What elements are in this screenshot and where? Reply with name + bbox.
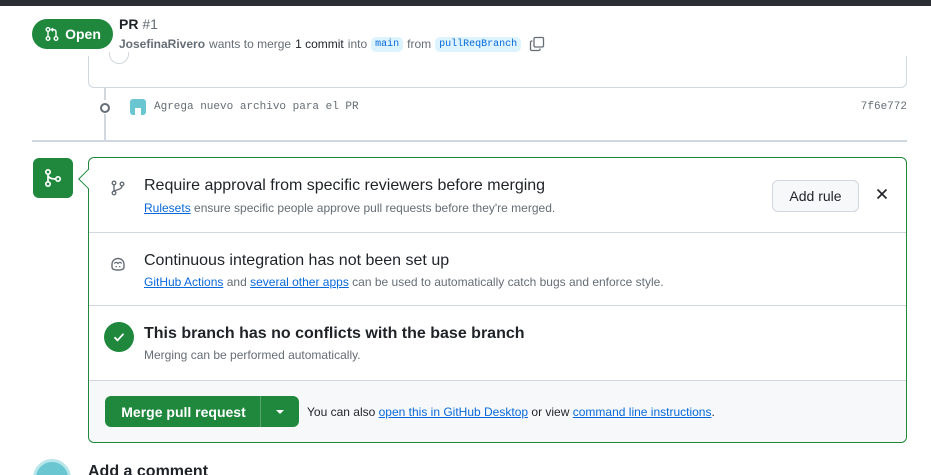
merge-hint-text-3: .	[711, 405, 715, 419]
avatar	[33, 459, 71, 475]
ci-title: Continuous integration has not been set …	[144, 252, 450, 269]
copy-icon[interactable]	[529, 36, 545, 52]
add-comment-title: Add a comment	[88, 463, 209, 475]
commit-author-avatar[interactable]	[130, 99, 146, 115]
previous-timeline-box	[88, 52, 907, 88]
pr-author[interactable]: JosefinaRivero	[119, 37, 205, 51]
commit-row: Agrega nuevo archivo para el PR 7f6e772	[93, 99, 907, 115]
ci-desc-text: can be used to automatically catch bugs …	[352, 275, 664, 289]
pr-title-text: PR	[119, 16, 139, 32]
conflicts-status	[89, 306, 906, 381]
merge-panel: Require approval from specific reviewers…	[78, 157, 907, 443]
git-branch-icon	[111, 180, 125, 196]
merge-hint-text-1: You can also	[307, 405, 376, 419]
conflicts-title: This branch has no conflicts with the ba…	[144, 325, 525, 342]
ruleset-description: Rulesets ensure specific people approve …	[144, 201, 555, 215]
pr-status-label: Open	[65, 26, 101, 42]
conflicts-description: Merging can be performed automatically.	[144, 348, 361, 362]
git-pull-request-icon	[45, 27, 59, 41]
pr-merge-summary: JosefinaRivero wants to merge 1 commit i…	[119, 36, 545, 52]
timeline-divider	[32, 140, 907, 142]
merge-hint: You can also open this in GitHub Desktop…	[307, 405, 715, 419]
merge-status-icon-box	[33, 158, 73, 198]
conflict-check-badge	[104, 322, 134, 352]
ruleset-suggestion: Require approval from specific reviewers…	[89, 158, 906, 233]
merge-text-1: wants to merge	[209, 37, 292, 51]
close-icon[interactable]	[875, 187, 889, 201]
pr-status-badge: Open	[32, 19, 113, 49]
head-branch[interactable]: pullReqBranch	[435, 36, 522, 52]
git-commit-icon	[93, 100, 115, 114]
add-comment-section: Add a comment	[0, 456, 931, 475]
copilot-icon	[111, 257, 125, 271]
ruleset-desc-text: ensure specific people approve pull requ…	[194, 201, 556, 215]
ci-and-text: and	[226, 275, 247, 289]
pr-title: PR #1	[119, 16, 158, 32]
github-desktop-link[interactable]: open this in GitHub Desktop	[379, 405, 528, 419]
triangle-down-icon[interactable]	[261, 410, 299, 414]
pr-number: #1	[142, 16, 158, 32]
merge-text-3: from	[407, 37, 432, 51]
ci-description: GitHub Actions and several other apps ca…	[144, 275, 664, 289]
base-branch[interactable]: main	[371, 36, 404, 52]
merge-actions: Merge pull request You can also open thi…	[89, 381, 906, 442]
other-apps-link[interactable]: several other apps	[250, 275, 349, 289]
merge-button-label[interactable]: Merge pull request	[105, 404, 260, 420]
merge-hint-text-2: or view	[531, 405, 570, 419]
ruleset-title: Require approval from specific reviewers…	[144, 177, 546, 194]
merge-pull-request-button[interactable]: Merge pull request	[105, 396, 299, 427]
github-actions-link[interactable]: GitHub Actions	[144, 275, 223, 289]
commit-count: 1 commit	[295, 37, 344, 51]
rulesets-link[interactable]: Rulesets	[144, 201, 191, 215]
commit-message[interactable]: Agrega nuevo archivo para el PR	[154, 101, 359, 113]
git-merge-icon	[44, 168, 62, 188]
commit-sha[interactable]: 7f6e772	[861, 101, 907, 113]
ci-suggestion: Continuous integration has not been set …	[89, 233, 906, 306]
command-line-link[interactable]: command line instructions	[573, 405, 712, 419]
previous-avatar-edge	[109, 52, 129, 64]
add-rule-button[interactable]: Add rule	[772, 180, 859, 212]
merge-text-2: into	[347, 37, 368, 51]
check-icon	[113, 333, 125, 342]
